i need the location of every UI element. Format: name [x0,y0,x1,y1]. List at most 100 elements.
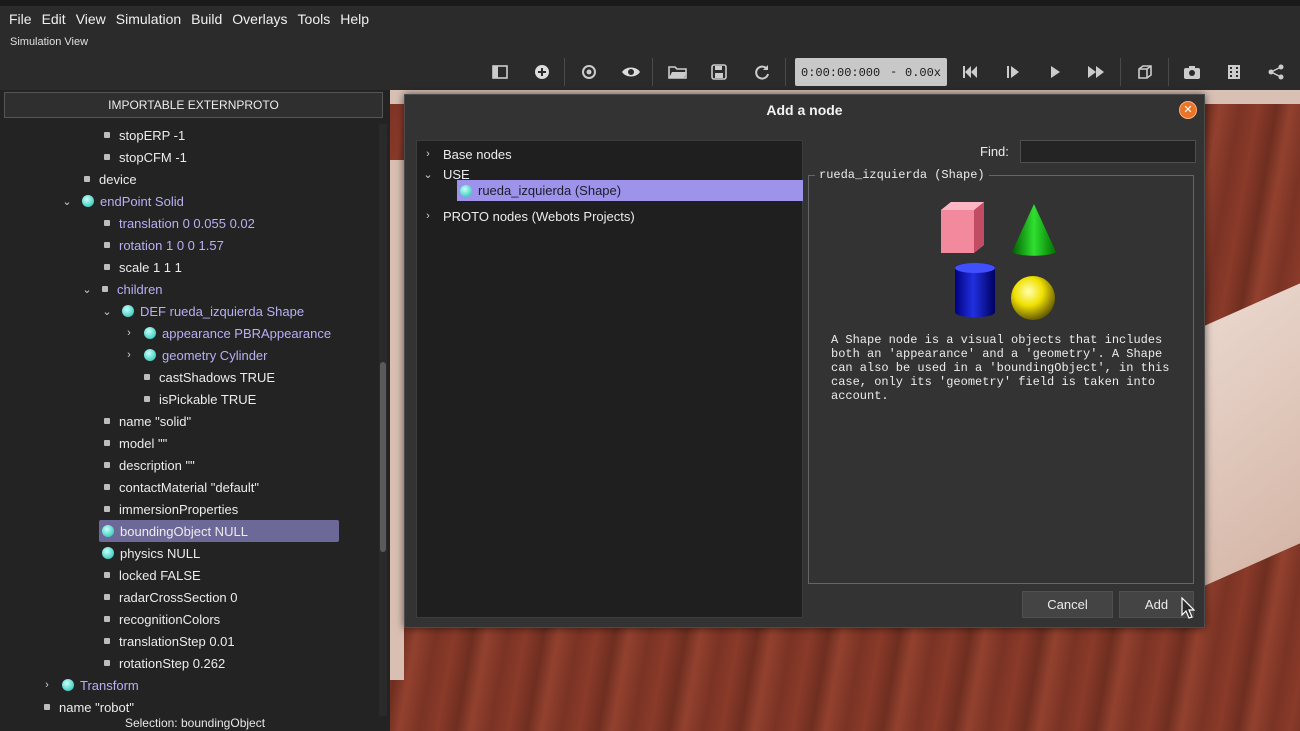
tree-item[interactable]: model "" [104,432,167,454]
open-world-icon[interactable] [666,60,690,84]
importable-externproto-button[interactable]: IMPORTABLE EXTERNPROTO [4,92,383,118]
chevron-right-icon[interactable]: › [124,327,134,339]
tree-item[interactable]: ⌄ children [82,278,163,300]
scrollbar-thumb[interactable] [380,362,386,552]
field-dot-icon [104,220,110,226]
tree-item[interactable]: ⌄ DEF rueda_izquierda Shape [102,300,304,322]
menu-help[interactable]: Help [335,6,374,32]
tree-item-label: immersionProperties [119,501,239,517]
simulation-time-display: 0:00:00:000 - 0.00x [795,58,947,86]
save-world-icon[interactable] [707,60,731,84]
menu-view[interactable]: View [71,6,111,32]
tree-item-label: rueda_izquierda (Shape) [478,183,622,198]
node-description: A Shape node is a visual objects that in… [831,333,1170,403]
tree-item[interactable]: locked FALSE [104,564,201,586]
chevron-right-icon[interactable]: › [423,210,433,222]
shape-node-icon [939,198,1069,323]
tree-item-selected[interactable]: boundingObject NULL [99,520,339,542]
tree-item[interactable]: stopERP -1 [104,124,185,146]
step-icon[interactable] [1001,60,1025,84]
tree-item-label: device [99,171,137,187]
find-input[interactable] [1020,140,1196,163]
reload-icon[interactable] [750,60,774,84]
tree-item[interactable]: name "solid" [104,410,191,432]
node-ball-icon [82,195,94,207]
tree-item-proto-nodes[interactable]: › PROTO nodes (Webots Projects) [423,206,635,226]
revert-icon[interactable] [577,60,601,84]
menu-file[interactable]: File [4,6,37,32]
tree-item[interactable]: › Transform [42,674,139,696]
field-dot-icon [144,374,150,380]
tree-item[interactable]: isPickable TRUE [144,388,256,410]
tree-item[interactable]: translationStep 0.01 [104,630,235,652]
tree-item[interactable]: › geometry Cylinder [124,344,267,366]
field-dot-icon [104,242,110,248]
chevron-down-icon[interactable]: ⌄ [423,168,433,181]
screenshot-icon[interactable] [1180,60,1204,84]
tree-item[interactable]: physics NULL [102,542,200,564]
record-movie-icon[interactable] [1222,60,1246,84]
scene-tree-scrollbar[interactable] [379,124,387,716]
chevron-right-icon[interactable]: › [124,349,134,361]
tree-item[interactable]: name "robot" [44,696,134,716]
step-back-icon[interactable] [958,60,982,84]
menu-tools[interactable]: Tools [293,6,336,32]
tree-item[interactable]: rotation 1 0 0 1.57 [104,234,224,256]
toolbar-separator [785,58,786,86]
menu-build[interactable]: Build [186,6,227,32]
node-ball-icon [62,679,74,691]
simulation-time: 0:00:00:000 [801,66,881,80]
toolbar: 0:00:00:000 - 0.00x [480,58,1300,86]
field-dot-icon [104,506,110,512]
tree-item[interactable]: › appearance PBRAppearance [124,322,331,344]
tree-item[interactable]: stopCFM -1 [104,146,187,168]
field-dot-icon [104,440,110,446]
tree-item[interactable]: translation 0 0.055 0.02 [104,212,255,234]
tree-item-label: isPickable TRUE [159,391,257,407]
chevron-right-icon[interactable]: › [423,148,433,160]
tree-item[interactable]: castShadows TRUE [144,366,275,388]
tree-item-label: model "" [119,435,168,451]
chevron-down-icon[interactable]: ⌄ [102,305,112,318]
node-ball-icon [144,349,156,361]
menu-edit[interactable]: Edit [37,6,71,32]
tree-item[interactable]: ⌄ endPoint Solid [62,190,183,212]
simulation-view-label: Simulation View [10,36,89,48]
tree-item[interactable]: scale 1 1 1 [104,256,182,278]
chevron-down-icon[interactable]: ⌄ [82,283,92,296]
tree-item-label: description "" [119,457,195,473]
tree-item-base-nodes[interactable]: › Base nodes [423,144,512,164]
toolbar-separator [1120,58,1121,86]
time-separator: - [890,65,898,79]
field-dot-icon [104,264,110,270]
eye-icon[interactable] [619,60,643,84]
close-icon[interactable]: ✕ [1179,101,1197,119]
cancel-button[interactable]: Cancel [1022,591,1113,618]
field-dot-icon [104,154,110,160]
tree-item-label: children [117,281,163,297]
node-type-tree: › Base nodes ⌄ USE rueda_izquierda (Shape)… [416,140,803,618]
run-icon[interactable] [1043,60,1067,84]
chevron-down-icon[interactable]: ⌄ [62,195,72,208]
tree-item[interactable]: radarCrossSection 0 [104,586,238,608]
tree-item-label: boundingObject NULL [120,523,248,539]
add-node-icon[interactable] [530,60,554,84]
tree-item-label: appearance PBRAppearance [162,325,332,341]
chevron-right-icon[interactable]: › [42,679,52,691]
tree-item[interactable]: recognitionColors [104,608,220,630]
tree-item[interactable]: device [84,168,137,190]
fast-forward-icon[interactable] [1084,60,1108,84]
perspective-icon[interactable] [1133,60,1157,84]
tree-item[interactable]: contactMaterial "default" [104,476,259,498]
toolbar-separator [652,58,653,86]
tree-item[interactable]: immersionProperties [104,498,238,520]
share-icon[interactable] [1264,60,1288,84]
tree-item-label: contactMaterial "default" [119,479,260,495]
tree-item-rueda-izquierda[interactable]: rueda_izquierda (Shape) [457,180,803,201]
node-info-box: rueda_izquierda (Shape) A Shape node is … [808,168,1194,584]
tree-item[interactable]: description "" [104,454,195,476]
menu-simulation[interactable]: Simulation [111,6,186,32]
tree-item[interactable]: rotationStep 0.262 [104,652,225,674]
menu-overlays[interactable]: Overlays [227,6,292,32]
panel-toggle-icon[interactable] [488,60,512,84]
